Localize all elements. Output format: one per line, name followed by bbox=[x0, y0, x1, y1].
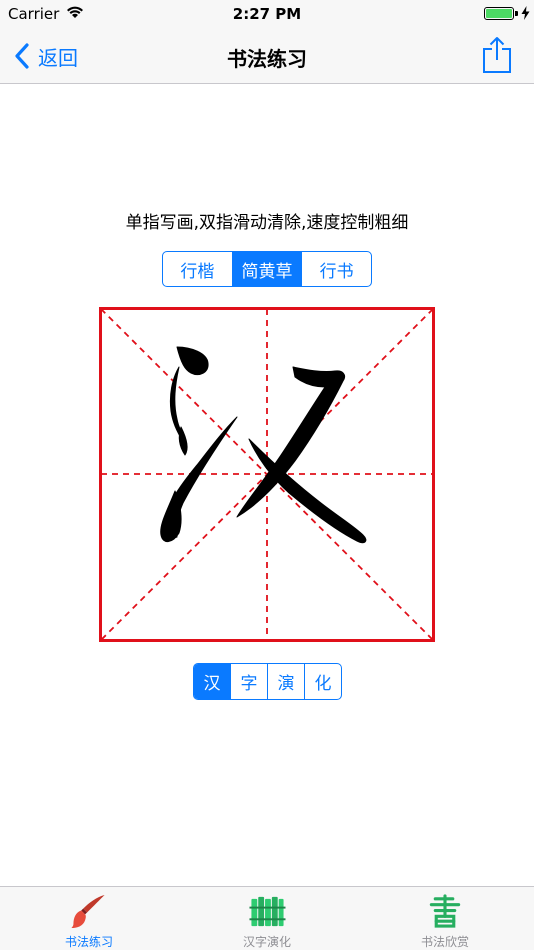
navigation-bar: 返回 书法练习 bbox=[0, 28, 534, 84]
style-segmented-control: 行楷 简黄草 行书 bbox=[162, 251, 372, 287]
calligraphy-character bbox=[160, 346, 367, 544]
battery-tip bbox=[515, 11, 518, 16]
style-segment-jianhuangcao[interactable]: 简黄草 bbox=[232, 252, 303, 286]
tab-character-evolution[interactable]: 汉字演化 bbox=[178, 887, 356, 950]
tab-bar: 书法练习 汉字演化 书法欣赏 bbox=[0, 886, 534, 950]
tab-label: 书法欣赏 bbox=[420, 935, 469, 949]
app-screen: Carrier 2:27 PM 返回 书法练习 单指写画,双指滑动清除,速度控制… bbox=[0, 0, 534, 950]
bamboo-slips-icon bbox=[249, 896, 286, 927]
battery-fill bbox=[486, 9, 512, 18]
page-title: 书法练习 bbox=[227, 47, 307, 71]
style-segment-xingshu[interactable]: 行书 bbox=[302, 252, 371, 286]
char-segment-yan[interactable]: 演 bbox=[268, 664, 305, 699]
tab-calligraphy-practice[interactable]: 书法练习 bbox=[0, 887, 178, 950]
tab-calligraphy-appreciation[interactable]: 书法欣赏 bbox=[356, 887, 534, 950]
battery-icon bbox=[484, 7, 514, 20]
instructions-text: 单指写画,双指滑动清除,速度控制粗细 bbox=[125, 213, 409, 233]
char-segment-hua[interactable]: 化 bbox=[305, 664, 341, 699]
char-segment-han[interactable]: 汉 bbox=[194, 664, 231, 699]
share-icon[interactable] bbox=[482, 36, 512, 74]
charging-bolt-icon bbox=[521, 6, 530, 20]
tab-label: 书法练习 bbox=[64, 935, 113, 949]
character-segmented-control: 汉 字 演 化 bbox=[193, 663, 342, 700]
brush-icon bbox=[71, 894, 105, 929]
status-time: 2:27 PM bbox=[232, 5, 302, 23]
writing-canvas[interactable] bbox=[99, 307, 435, 642]
style-segment-xingkai[interactable]: 行楷 bbox=[163, 252, 233, 286]
tab-label: 汉字演化 bbox=[242, 935, 291, 949]
calligraphy-shu-icon bbox=[429, 894, 461, 928]
char-segment-zi[interactable]: 字 bbox=[231, 664, 268, 699]
status-bar: Carrier 2:27 PM bbox=[0, 0, 534, 28]
